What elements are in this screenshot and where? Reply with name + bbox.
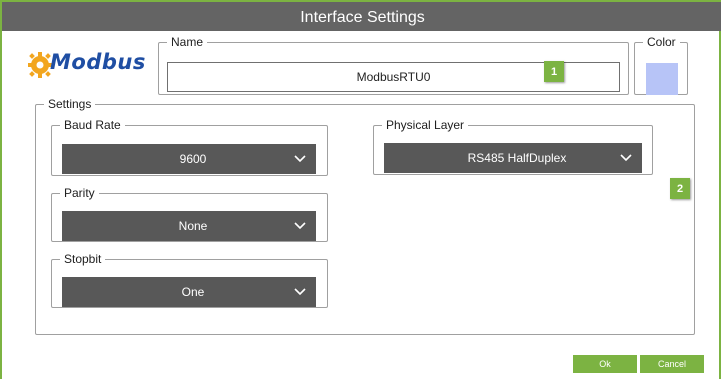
chevron-down-icon [610,154,642,162]
physical-layer-value: RS485 HalfDuplex [467,151,567,165]
chevron-down-icon [284,288,316,296]
callout-badge-2: 2 [670,178,690,199]
settings-group: Settings Baud Rate 9600 Parity None Stop… [35,98,695,335]
modbus-logo: Modbus [28,46,150,86]
parity-select[interactable]: None [62,211,316,241]
stopbit-legend: Stopbit [64,252,102,266]
physical-layer-legend: Physical Layer [386,118,465,132]
cancel-button[interactable]: Cancel [640,355,704,373]
color-group: Color [634,36,688,95]
callout-badge-1: 1 [544,61,564,82]
physical-layer-group: Physical Layer RS485 HalfDuplex [373,119,653,175]
baud-rate-legend: Baud Rate [64,118,121,132]
stopbit-value: One [181,285,205,299]
parity-value: None [178,219,208,233]
parity-group: Parity None [51,187,328,242]
parity-legend: Parity [64,186,95,200]
baud-rate-value: 9600 [179,152,207,166]
interface-settings-dialog: Interface Settings Modbus Name ModbusRTU… [0,0,721,379]
color-swatch[interactable] [646,63,678,95]
stopbit-select[interactable]: One [62,277,316,307]
ok-button[interactable]: Ok [573,355,637,373]
color-legend: Color [647,35,676,49]
stopbit-group: Stopbit One [51,253,328,308]
dialog-title: Interface Settings [2,0,721,31]
logo-text: Modbus [50,50,146,74]
baud-rate-group: Baud Rate 9600 [51,119,328,176]
chevron-down-icon [284,222,316,230]
baud-rate-select[interactable]: 9600 [62,144,316,174]
name-legend: Name [171,35,204,49]
chevron-down-icon [284,155,316,163]
settings-legend: Settings [48,97,92,111]
physical-layer-select[interactable]: RS485 HalfDuplex [384,143,642,173]
